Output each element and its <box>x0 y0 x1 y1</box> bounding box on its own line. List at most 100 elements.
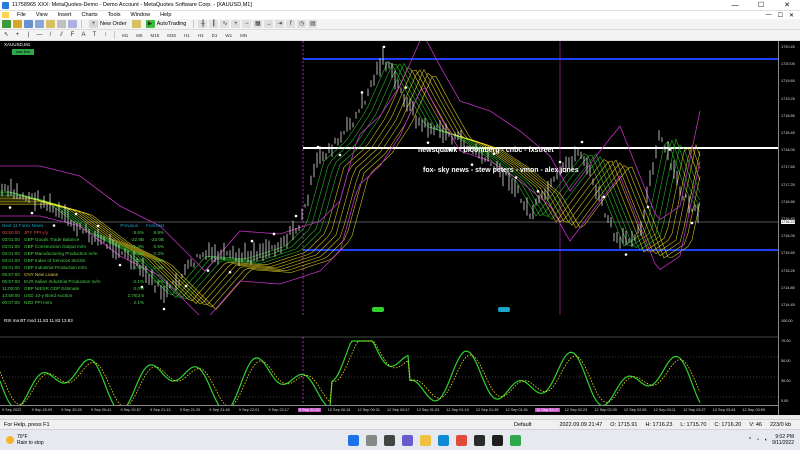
time-axis[interactable]: 9 Sep 2022 9 Sep 20:09 9 Sep 20:25 9 Sep 20… <box>0 405 778 415</box>
fractal-dot <box>250 239 254 243</box>
market-watch-icon[interactable] <box>24 20 33 28</box>
tray-chevron-icon[interactable]: ^ <box>749 437 751 443</box>
windows-taskbar: 70°F Rain to stop ^ ◔ ◖ 9:02 PM 9/11/202… <box>0 429 800 450</box>
fractal-dot <box>580 140 584 144</box>
terminal-icon[interactable] <box>57 20 66 28</box>
new-order-button[interactable]: + New Order <box>86 20 130 28</box>
tradingview-icon[interactable] <box>491 434 503 446</box>
volume-icon[interactable]: ◖ <box>764 437 767 443</box>
new-chart-icon[interactable] <box>2 20 11 28</box>
arrows-icon[interactable]: ↑ <box>101 31 110 39</box>
time-tick-label: 9 Sep 20:25 <box>61 408 82 412</box>
timeframe-m1[interactable]: M1 <box>119 33 131 38</box>
search-icon[interactable] <box>365 434 377 446</box>
start-icon[interactable] <box>347 434 359 446</box>
line-chart-icon[interactable]: ∿ <box>220 20 230 28</box>
time-tick-label: 12 Sep 01:03 <box>416 408 440 412</box>
weather-widget[interactable]: 70°F Rain to stop <box>0 434 120 446</box>
news-row: 05:57:00 EUR Italian Industrial Productio… <box>2 278 164 285</box>
timeframe-h1[interactable]: H1 <box>181 33 193 38</box>
templates-icon[interactable]: ▤ <box>308 20 318 28</box>
fibonacci-icon[interactable]: F <box>68 31 77 39</box>
zoom-in-icon[interactable]: + <box>231 20 241 28</box>
toolbar-divider <box>193 20 195 28</box>
chart-window[interactable]: XAUUSD,M1 Ask line newsquawk - bloomberg… <box>0 41 800 445</box>
menu-help[interactable]: Help <box>155 12 176 18</box>
vertical-line-icon[interactable]: | <box>24 31 33 39</box>
menu-tools[interactable]: Tools <box>103 12 126 18</box>
timeframe-m15[interactable]: M15 <box>148 33 163 38</box>
mdi-restore-button[interactable]: ☐ <box>778 12 783 19</box>
navigator-icon[interactable] <box>46 20 55 28</box>
widgets-icon[interactable] <box>401 434 413 446</box>
bar-chart-icon[interactable]: ╫ <box>198 20 208 28</box>
fractal-dot <box>294 214 298 218</box>
tile-windows-icon[interactable]: ▦ <box>253 20 263 28</box>
zoom-out-icon[interactable]: − <box>242 20 252 28</box>
news-row: 11:00:00 GBP NIESR GDP Estimate 0.0% <box>2 285 164 292</box>
fractal-dot <box>470 163 474 166</box>
fractal-dot <box>382 45 386 49</box>
profiles-icon[interactable] <box>13 20 22 28</box>
data-window-icon[interactable] <box>35 20 44 28</box>
indicators-icon[interactable]: f <box>286 20 296 28</box>
time-tick-label: 12 Sep 03:27 <box>683 408 706 412</box>
label-tool-icon[interactable]: T <box>90 31 99 39</box>
bar-open: O: 1715.91 <box>610 421 638 428</box>
chrome-icon[interactable] <box>455 434 467 446</box>
text-tool-icon[interactable]: A <box>79 31 88 39</box>
file-explorer-icon[interactable] <box>419 434 431 446</box>
maximize-button[interactable]: ☐ <box>748 0 774 11</box>
price-axis[interactable]: 1720.45 1720.05 1719.65 1719.25 1718.85 1718.… <box>778 41 800 445</box>
metaeditor-icon[interactable] <box>131 20 141 28</box>
timeframe-m5[interactable]: M5 <box>133 33 145 38</box>
task-view-icon[interactable] <box>383 434 395 446</box>
menu-insert[interactable]: Insert <box>53 12 77 18</box>
strategy-tester-icon[interactable] <box>68 20 77 28</box>
timeframe-d1[interactable]: D1 <box>209 33 221 38</box>
autoscroll-icon[interactable]: → <box>264 20 274 28</box>
mdi-minimize-button[interactable]: — <box>766 12 772 19</box>
price-tick-label: 1714.45 <box>781 303 795 307</box>
menu-window[interactable]: Window <box>126 12 156 18</box>
menu-view[interactable]: View <box>31 12 53 18</box>
news-event: GBP Manufacturing Production m/m <box>24 251 98 256</box>
menu-bar: File View Insert Charts Tools Window Hel… <box>0 11 800 19</box>
mdi-close-button[interactable]: ✕ <box>789 12 794 19</box>
horizontal-line-icon[interactable]: — <box>35 31 44 39</box>
timeframe-h4[interactable]: H4 <box>195 33 207 38</box>
timeframe-m30[interactable]: M30 <box>164 33 179 38</box>
metatrader-taskbar-icon[interactable] <box>509 434 521 446</box>
timeframe-w1[interactable]: W1 <box>222 33 235 38</box>
fractal-dot <box>272 232 276 236</box>
indicator-badge[interactable]: Ask line <box>12 49 34 55</box>
news-time: 03:01:00 <box>2 244 20 249</box>
time-tick-label: 9 Sep 22:33 <box>298 408 321 412</box>
autotrading-button[interactable]: ▶ AutoTrading <box>143 20 190 28</box>
fractal-dot <box>404 86 408 89</box>
edge-icon[interactable] <box>437 434 449 446</box>
crosshair-icon[interactable]: + <box>13 31 22 39</box>
time-tick-label: 12 Sep 03:11 <box>653 408 676 412</box>
store-icon[interactable] <box>473 434 485 446</box>
periods-icon[interactable]: ◷ <box>297 20 307 28</box>
menu-charts[interactable]: Charts <box>76 12 102 18</box>
minimize-button[interactable]: — <box>722 0 748 11</box>
time-tick-label: 12 Sep 02:07 <box>535 408 560 412</box>
time-tick-label: 12 Sep 00:15 <box>327 408 351 412</box>
chart-shift-icon[interactable]: ⇥ <box>275 20 285 28</box>
close-button[interactable]: ✕ <box>774 0 800 11</box>
fractal-dot <box>228 270 232 274</box>
wifi-icon[interactable]: ◔ <box>756 437 759 443</box>
cursor-icon[interactable]: ↖ <box>2 31 11 39</box>
trendline-icon[interactable]: / <box>46 31 55 39</box>
bar-datetime: 2022.09.09 21:47 <box>559 421 603 428</box>
news-forecast: 0.3% <box>153 265 164 270</box>
bar-low: L: 1715.70 <box>680 421 707 428</box>
menu-file[interactable]: File <box>12 12 31 18</box>
timeframe-mn[interactable]: MN <box>237 33 250 38</box>
taskbar-clock[interactable]: 9:02 PM 9/11/2022 <box>772 434 794 446</box>
time-tick-label: 9 Sep 21:13 <box>150 408 171 412</box>
channel-icon[interactable]: ⫽ <box>57 31 66 39</box>
candlestick-icon[interactable]: ┃ <box>209 20 219 28</box>
